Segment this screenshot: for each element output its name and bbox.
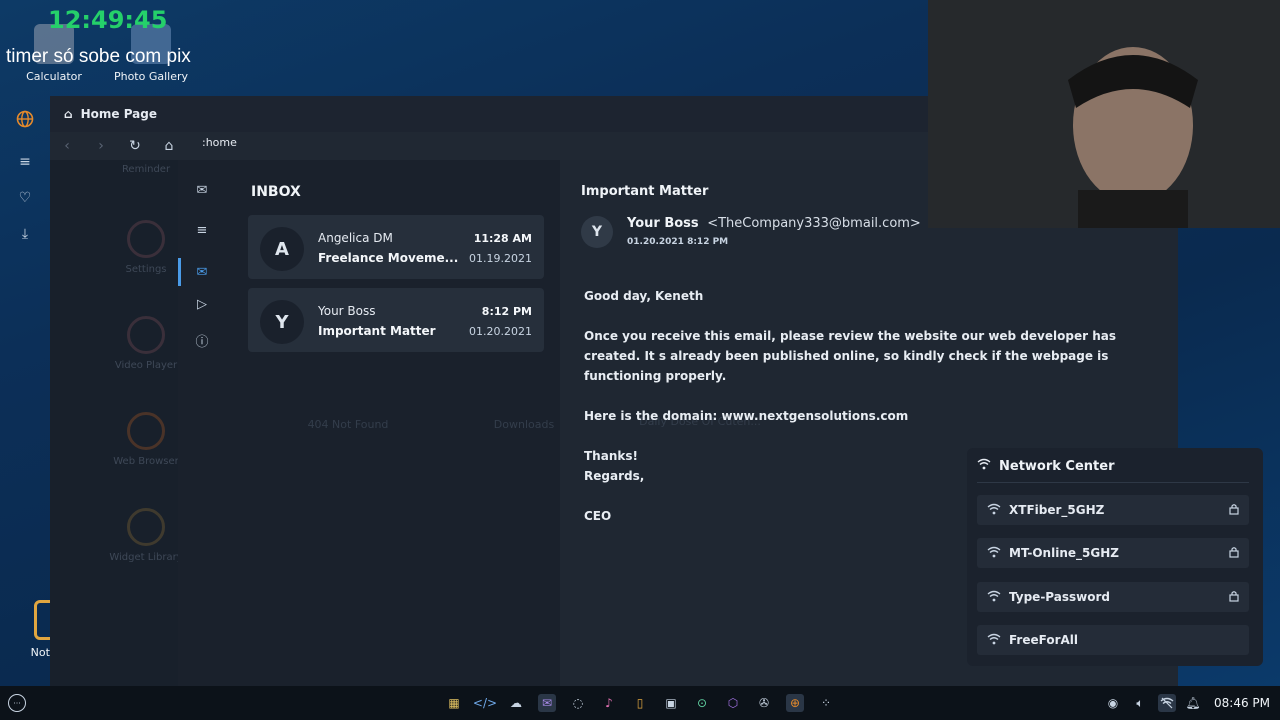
divider: [977, 482, 1249, 483]
settings-icon[interactable]: ⬡: [724, 694, 742, 712]
mail-nav: ✉ ≡ ✉ ▷ ⓘ: [178, 160, 228, 686]
sender-display-name: Your Boss: [627, 216, 699, 231]
inbox-icon[interactable]: ✉: [192, 262, 212, 282]
window-title: Home Page: [80, 107, 157, 121]
domain-line: Here is the domain: www.nextgensolutions…: [584, 409, 909, 423]
web-browser-icon[interactable]: ⊕: [786, 694, 804, 712]
ghost-item: Web Browser: [106, 412, 186, 467]
message-date: 01.20.2021: [469, 325, 532, 338]
webcam-overlay: [928, 0, 1280, 228]
list-item[interactable]: A Angelica DM Freelance Moveme... 11:28 …: [248, 215, 544, 279]
network-name: FreeForAll: [1009, 633, 1079, 647]
network-name: MT-Online_5GHZ: [1009, 546, 1119, 560]
calculator-icon[interactable]: ▦: [445, 694, 463, 712]
mail-logo-icon: ✉: [196, 182, 208, 198]
bell-icon[interactable]: 🔔︎: [1184, 694, 1202, 712]
list-item[interactable]: Y Your Boss Important Matter 8:12 PM 01.…: [248, 288, 544, 352]
forward-icon[interactable]: ›: [84, 132, 118, 160]
reload-icon[interactable]: ↻: [118, 132, 152, 160]
ghost-item: Widget Library: [106, 508, 186, 563]
message-time: 8:12 PM: [481, 305, 532, 318]
wifi-icon: [977, 458, 991, 474]
back-icon[interactable]: ‹: [50, 132, 84, 160]
network-item[interactable]: Type-Password: [977, 582, 1249, 612]
sender-email[interactable]: <TheCompany333@bmail.com>: [707, 216, 921, 231]
address-bar[interactable]: :home: [202, 136, 237, 149]
taskbar-clock: 08:46 PM: [1214, 696, 1270, 710]
menu-icon[interactable]: ≡: [192, 220, 212, 240]
message-from: Your Boss: [318, 304, 376, 318]
left-rail: ≡ ♡ ⤓: [0, 96, 50, 256]
network-item[interactable]: MT-Online_5GHZ: [977, 538, 1249, 568]
inbox-title: INBOX: [251, 184, 301, 200]
wifi-icon: [987, 546, 1001, 561]
heart-icon[interactable]: ♡: [14, 187, 36, 209]
timer-icon[interactable]: ⊙: [693, 694, 711, 712]
webcam-feed: [928, 0, 1280, 228]
code-icon[interactable]: </>: [473, 694, 497, 712]
ghost-item: 404 Not Found: [307, 418, 389, 431]
body-paragraph: Once you receive this email, please revi…: [584, 329, 1116, 383]
avatar: A: [260, 227, 304, 271]
messaging-icon[interactable]: ◌: [569, 694, 587, 712]
active-indicator: [178, 258, 181, 286]
avatar: Y: [260, 300, 304, 344]
mail-icon[interactable]: ✉: [538, 694, 556, 712]
network-center-panel: Network Center XTFiber_5GHZ MT-Online_5G…: [967, 448, 1263, 666]
message-time: 11:28 AM: [473, 232, 532, 245]
wifi-icon: [987, 590, 1001, 605]
home-icon: ⌂: [64, 107, 73, 121]
widget-library-icon[interactable]: ⁘: [817, 694, 835, 712]
record-icon[interactable]: ◉: [1104, 694, 1122, 712]
desktop-icon-label: Photo Gallery: [113, 70, 189, 83]
message-subject: Important Matter: [318, 324, 436, 338]
desktop-icon-label: Calculator: [26, 70, 82, 83]
music-icon[interactable]: ♪: [600, 694, 618, 712]
lock-icon: [1229, 590, 1239, 605]
network-name: XTFiber_5GHZ: [1009, 503, 1105, 517]
message-date: 01.19.2021: [469, 252, 532, 265]
ghost-item: Video Player: [106, 316, 186, 371]
stream-timer: 12:49:45: [48, 6, 168, 34]
menu-icon[interactable]: ≡: [14, 151, 36, 173]
lock-icon: [1229, 546, 1239, 561]
wifi-icon: [987, 633, 1001, 648]
wifi-icon: [987, 503, 1001, 518]
volume-icon[interactable]: 🔈︎: [1131, 694, 1149, 712]
lock-icon: [1229, 503, 1239, 518]
avatar: Y: [581, 216, 613, 248]
notepad-icon[interactable]: ▯: [631, 694, 649, 712]
wifi-off-icon[interactable]: [1158, 694, 1176, 712]
network-item[interactable]: FreeForAll: [977, 625, 1249, 655]
launcher-background: Reminder Settings Video Player Web Brows…: [50, 160, 183, 686]
inbox-panel: INBOX A Angelica DM Freelance Moveme... …: [228, 160, 560, 686]
browser-globe-icon[interactable]: [14, 108, 36, 130]
message-from: Angelica DM: [318, 231, 393, 245]
home-button-icon[interactable]: ⌂: [152, 132, 186, 160]
message-subject: Freelance Moveme...: [318, 251, 459, 265]
ghost-item: Reminder: [121, 164, 171, 175]
network-center-title: Network Center: [977, 458, 1115, 474]
message-date: 01.20.2021 8:12 PM: [627, 237, 729, 247]
start-menu-icon[interactable]: ···: [8, 694, 26, 712]
info-icon[interactable]: ⓘ: [192, 330, 212, 350]
cloud-download-icon[interactable]: ☁: [507, 694, 525, 712]
sender-name: Your Boss <TheCompany333@bmail.com>: [627, 216, 921, 231]
stream-caption: timer só sobe com pix: [6, 46, 191, 67]
ghost-item: Settings: [106, 220, 186, 275]
taskbar: ··· ▦ </> ☁ ✉ ◌ ♪ ▯ ▣ ⊙ ⬡ ✇ ⊕ ⁘ ◉ 🔈︎ 🔔︎ …: [0, 686, 1280, 720]
greeting: Good day, Keneth: [584, 289, 704, 303]
download-icon[interactable]: ⤓: [14, 223, 36, 245]
network-item[interactable]: XTFiber_5GHZ: [977, 495, 1249, 525]
sent-icon[interactable]: ▷: [192, 294, 212, 314]
photo-gallery-icon[interactable]: ▣: [662, 694, 680, 712]
reader-title: Important Matter: [581, 184, 709, 199]
network-name: Type-Password: [1009, 590, 1110, 604]
video-player-icon[interactable]: ✇: [755, 694, 773, 712]
